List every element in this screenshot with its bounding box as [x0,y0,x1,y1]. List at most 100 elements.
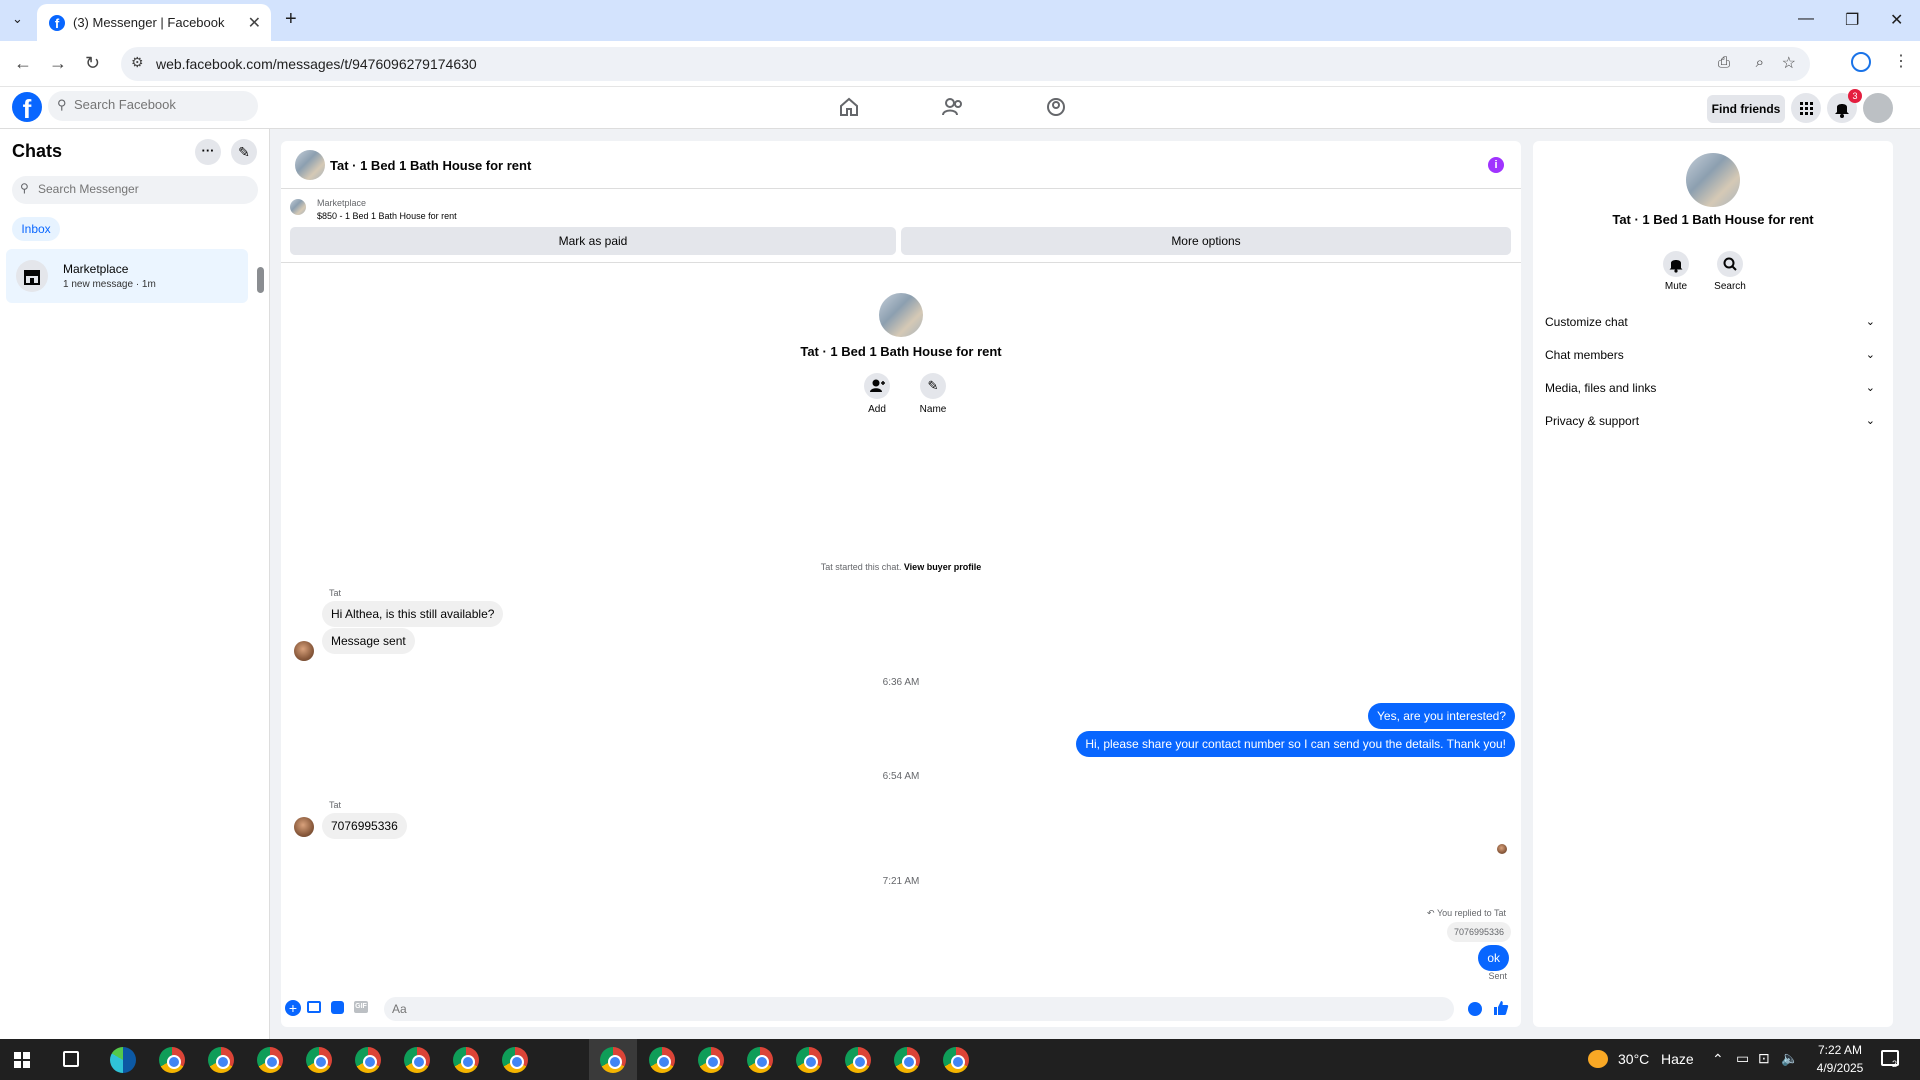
chrome-taskbar-icon[interactable] [257,1047,283,1073]
marketplace-banner[interactable]: Marketplace $850 - 1 Bed 1 Bath House fo… [281,190,1521,221]
chrome-menu-icon[interactable]: ⋮ [1893,51,1909,71]
task-view-icon[interactable] [63,1051,79,1067]
browser-tab[interactable]: f (3) Messenger | Facebook ✕ [37,4,271,41]
bell-icon [1663,251,1689,277]
minimize-icon[interactable]: — [1798,10,1814,28]
find-friends-button[interactable]: Find friends [1707,95,1785,123]
privacy-support-section[interactable]: Privacy & support ⌄ [1545,408,1881,434]
page-scrollbar[interactable] [1908,90,1918,1035]
search-in-chat-button[interactable]: Search [1710,251,1750,292]
section-label: Privacy & support [1545,414,1640,428]
mark-as-paid-button[interactable]: Mark as paid [290,227,896,255]
back-icon[interactable]: ← [14,53,32,74]
incoming-message[interactable]: 7076995336 [322,813,407,839]
new-tab-icon[interactable]: + [285,8,297,31]
forward-icon[interactable]: → [49,53,67,74]
windows-start-icon[interactable] [14,1052,30,1068]
message-input[interactable] [384,997,1454,1021]
gif-icon[interactable]: GIF [354,1001,368,1013]
facebook-logo-icon[interactable]: f [12,92,42,124]
mute-button[interactable]: Mute [1659,251,1693,292]
bookmark-star-icon[interactable]: ☆ [1782,53,1796,73]
view-buyer-profile-link[interactable]: View buyer profile [904,562,981,572]
weather-temperature[interactable]: 30°C [1618,1051,1649,1067]
meet-now-icon[interactable]: ▭ [1736,1050,1749,1067]
show-hidden-icons-chevron-icon[interactable]: ⌃ [1712,1051,1724,1068]
chrome-taskbar-icon[interactable] [306,1047,332,1073]
sender-avatar[interactable] [294,817,314,837]
chrome-taskbar-icon[interactable] [355,1047,381,1073]
friends-icon[interactable] [941,97,965,117]
close-window-icon[interactable]: ✕ [1890,10,1903,30]
groups-icon[interactable] [1044,97,1068,117]
network-icon[interactable]: ⊡ [1758,1050,1770,1067]
zoom-icon[interactable]: ⌕ [1756,54,1764,71]
address-bar[interactable]: ⚙ web.facebook.com/messages/t/9476096279… [121,47,1810,81]
intro-avatar [879,293,923,337]
url-text[interactable]: web.facebook.com/messages/t/947609627917… [156,56,477,72]
messenger-search[interactable]: ⚲ [12,176,258,204]
close-tab-icon[interactable]: ✕ [248,13,261,33]
thread-avatar[interactable] [295,150,325,180]
clock-date[interactable]: 4/9/2025 [1805,1061,1875,1075]
reload-icon[interactable]: ↻ [85,53,100,74]
rename-button[interactable]: ✎ Name [913,373,953,415]
chrome-taskbar-icon[interactable] [698,1047,724,1073]
sidebar-scrollbar[interactable] [257,267,264,293]
new-message-icon[interactable]: ✎ [231,139,257,165]
chrome-taskbar-icon[interactable] [600,1047,626,1073]
search-icon: ⚲ [20,181,29,195]
more-options-button[interactable]: More options [901,227,1511,255]
chrome-taskbar-icon[interactable] [502,1047,528,1073]
site-info-icon[interactable]: ⚙ [131,54,144,71]
chrome-taskbar-icon[interactable] [796,1047,822,1073]
facebook-search-input[interactable] [74,97,249,112]
clock-time[interactable]: 7:22 AM [1805,1043,1875,1057]
more-options-icon[interactable]: ··· [195,139,221,165]
sticker-icon[interactable] [331,1001,344,1014]
chrome-taskbar-icon[interactable] [159,1047,185,1073]
customize-chat-section[interactable]: Customize chat ⌄ [1545,309,1881,335]
profile-icon[interactable] [1851,52,1871,72]
chrome-taskbar-icon[interactable] [894,1047,920,1073]
incoming-message[interactable]: Message sent [322,628,415,654]
outgoing-message[interactable]: Hi, please share your contact number so … [1076,731,1515,757]
install-app-icon[interactable]: ⎙ [1718,54,1730,71]
messenger-search-input[interactable] [38,182,248,196]
chevron-down-icon: ⌄ [1865,382,1875,394]
menu-grid-icon[interactable] [1791,93,1821,123]
facebook-search[interactable]: ⚲ [48,91,258,121]
conversation-item[interactable]: Marketplace 1 new message · 1m [6,249,248,303]
outgoing-message[interactable]: Yes, are you interested? [1368,703,1515,729]
chrome-taskbar-icon[interactable] [404,1047,430,1073]
add-people-button[interactable]: Add [861,373,893,415]
volume-icon[interactable]: 🔈 [1781,1050,1798,1067]
weather-icon[interactable] [1588,1050,1608,1068]
media-files-links-section[interactable]: Media, files and links ⌄ [1545,375,1881,401]
tab-search-icon[interactable]: ⌄ [12,11,23,27]
chrome-taskbar-icon[interactable] [747,1047,773,1073]
home-icon[interactable] [837,97,861,117]
chrome-taskbar-icon[interactable] [943,1047,969,1073]
chrome-taskbar-icon[interactable] [845,1047,871,1073]
quoted-message[interactable]: 7076995336 [1446,922,1511,942]
plus-icon[interactable]: + [285,1000,301,1016]
sender-avatar[interactable] [294,641,314,661]
inbox-filter-tab[interactable]: Inbox [12,217,60,241]
browser-toolbar: ← → ↻ ⚙ web.facebook.com/messages/t/9476… [0,41,1920,87]
restore-icon[interactable]: ❐ [1845,10,1859,30]
info-icon[interactable]: i [1488,157,1504,173]
chat-members-section[interactable]: Chat members ⌄ [1545,342,1881,368]
emoji-icon[interactable] [1468,1002,1482,1016]
edge-browser-icon[interactable] [110,1047,136,1073]
incoming-message[interactable]: Hi Althea, is this still available? [322,601,504,627]
outgoing-message[interactable]: ok [1478,945,1509,971]
like-thumb-icon[interactable] [1492,999,1510,1017]
chrome-taskbar-icon[interactable] [208,1047,234,1073]
chrome-taskbar-icon[interactable] [649,1047,675,1073]
thread-title[interactable]: Tat · 1 Bed 1 Bath House for rent [330,158,531,173]
chrome-taskbar-icon[interactable] [453,1047,479,1073]
weather-description[interactable]: Haze [1661,1051,1694,1067]
photo-icon[interactable] [307,1001,321,1013]
account-avatar[interactable] [1863,93,1893,123]
